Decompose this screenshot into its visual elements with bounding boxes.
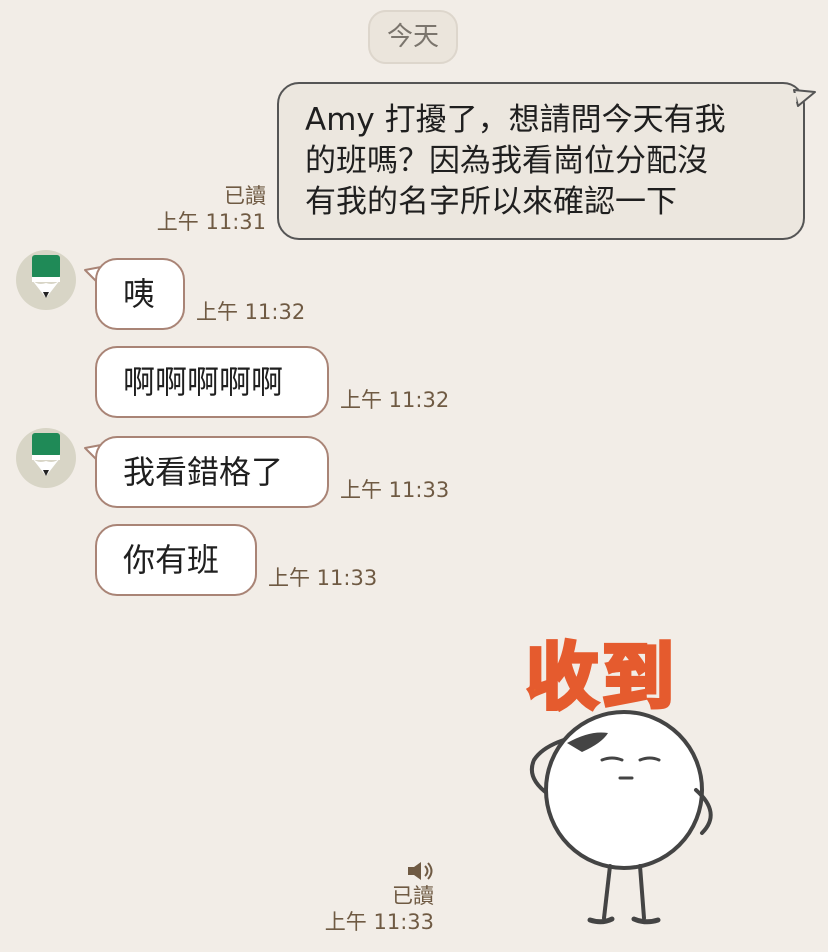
- bubble-tail: [793, 89, 816, 107]
- incoming-message-bubble[interactable]: 我看錯格了: [95, 436, 329, 508]
- message-text: 你有班: [123, 541, 220, 579]
- message-line: 的班嗎？因為我看崗位分配沒: [305, 143, 708, 179]
- pencil-icon: [32, 255, 60, 298]
- speaker-icon[interactable]: [406, 860, 436, 882]
- read-receipt: 已讀: [224, 184, 266, 208]
- incoming-message-bubble[interactable]: 咦: [95, 258, 185, 330]
- incoming-message-bubble[interactable]: 你有班: [95, 524, 257, 596]
- contact-avatar[interactable]: [16, 428, 76, 488]
- message-time: 上午 11:32: [196, 300, 306, 324]
- message-time: 上午 11:31: [156, 210, 266, 234]
- date-divider: 今天: [368, 10, 458, 64]
- message-text: 啊啊啊啊啊: [123, 363, 284, 401]
- read-receipt: 已讀: [392, 884, 434, 908]
- message-time: 上午 11:33: [324, 910, 434, 934]
- salute-character-icon[interactable]: [512, 708, 742, 933]
- message-time: 上午 11:32: [340, 388, 450, 412]
- message-text: 咦: [123, 275, 156, 313]
- message-time: 上午 11:33: [268, 566, 378, 590]
- pencil-icon: [32, 433, 60, 476]
- incoming-message-bubble[interactable]: 啊啊啊啊啊: [95, 346, 329, 418]
- message-text: 我看錯格了: [123, 453, 284, 491]
- message-line: 有我的名字所以來確認一下: [305, 184, 677, 220]
- outgoing-message-bubble[interactable]: Amy 打擾了，想請問今天有我 的班嗎？因為我看崗位分配沒 有我的名字所以來確認…: [277, 82, 805, 240]
- message-line: Amy 打擾了，想請問今天有我: [305, 102, 726, 138]
- message-time: 上午 11:33: [340, 478, 450, 502]
- contact-avatar[interactable]: [16, 250, 76, 310]
